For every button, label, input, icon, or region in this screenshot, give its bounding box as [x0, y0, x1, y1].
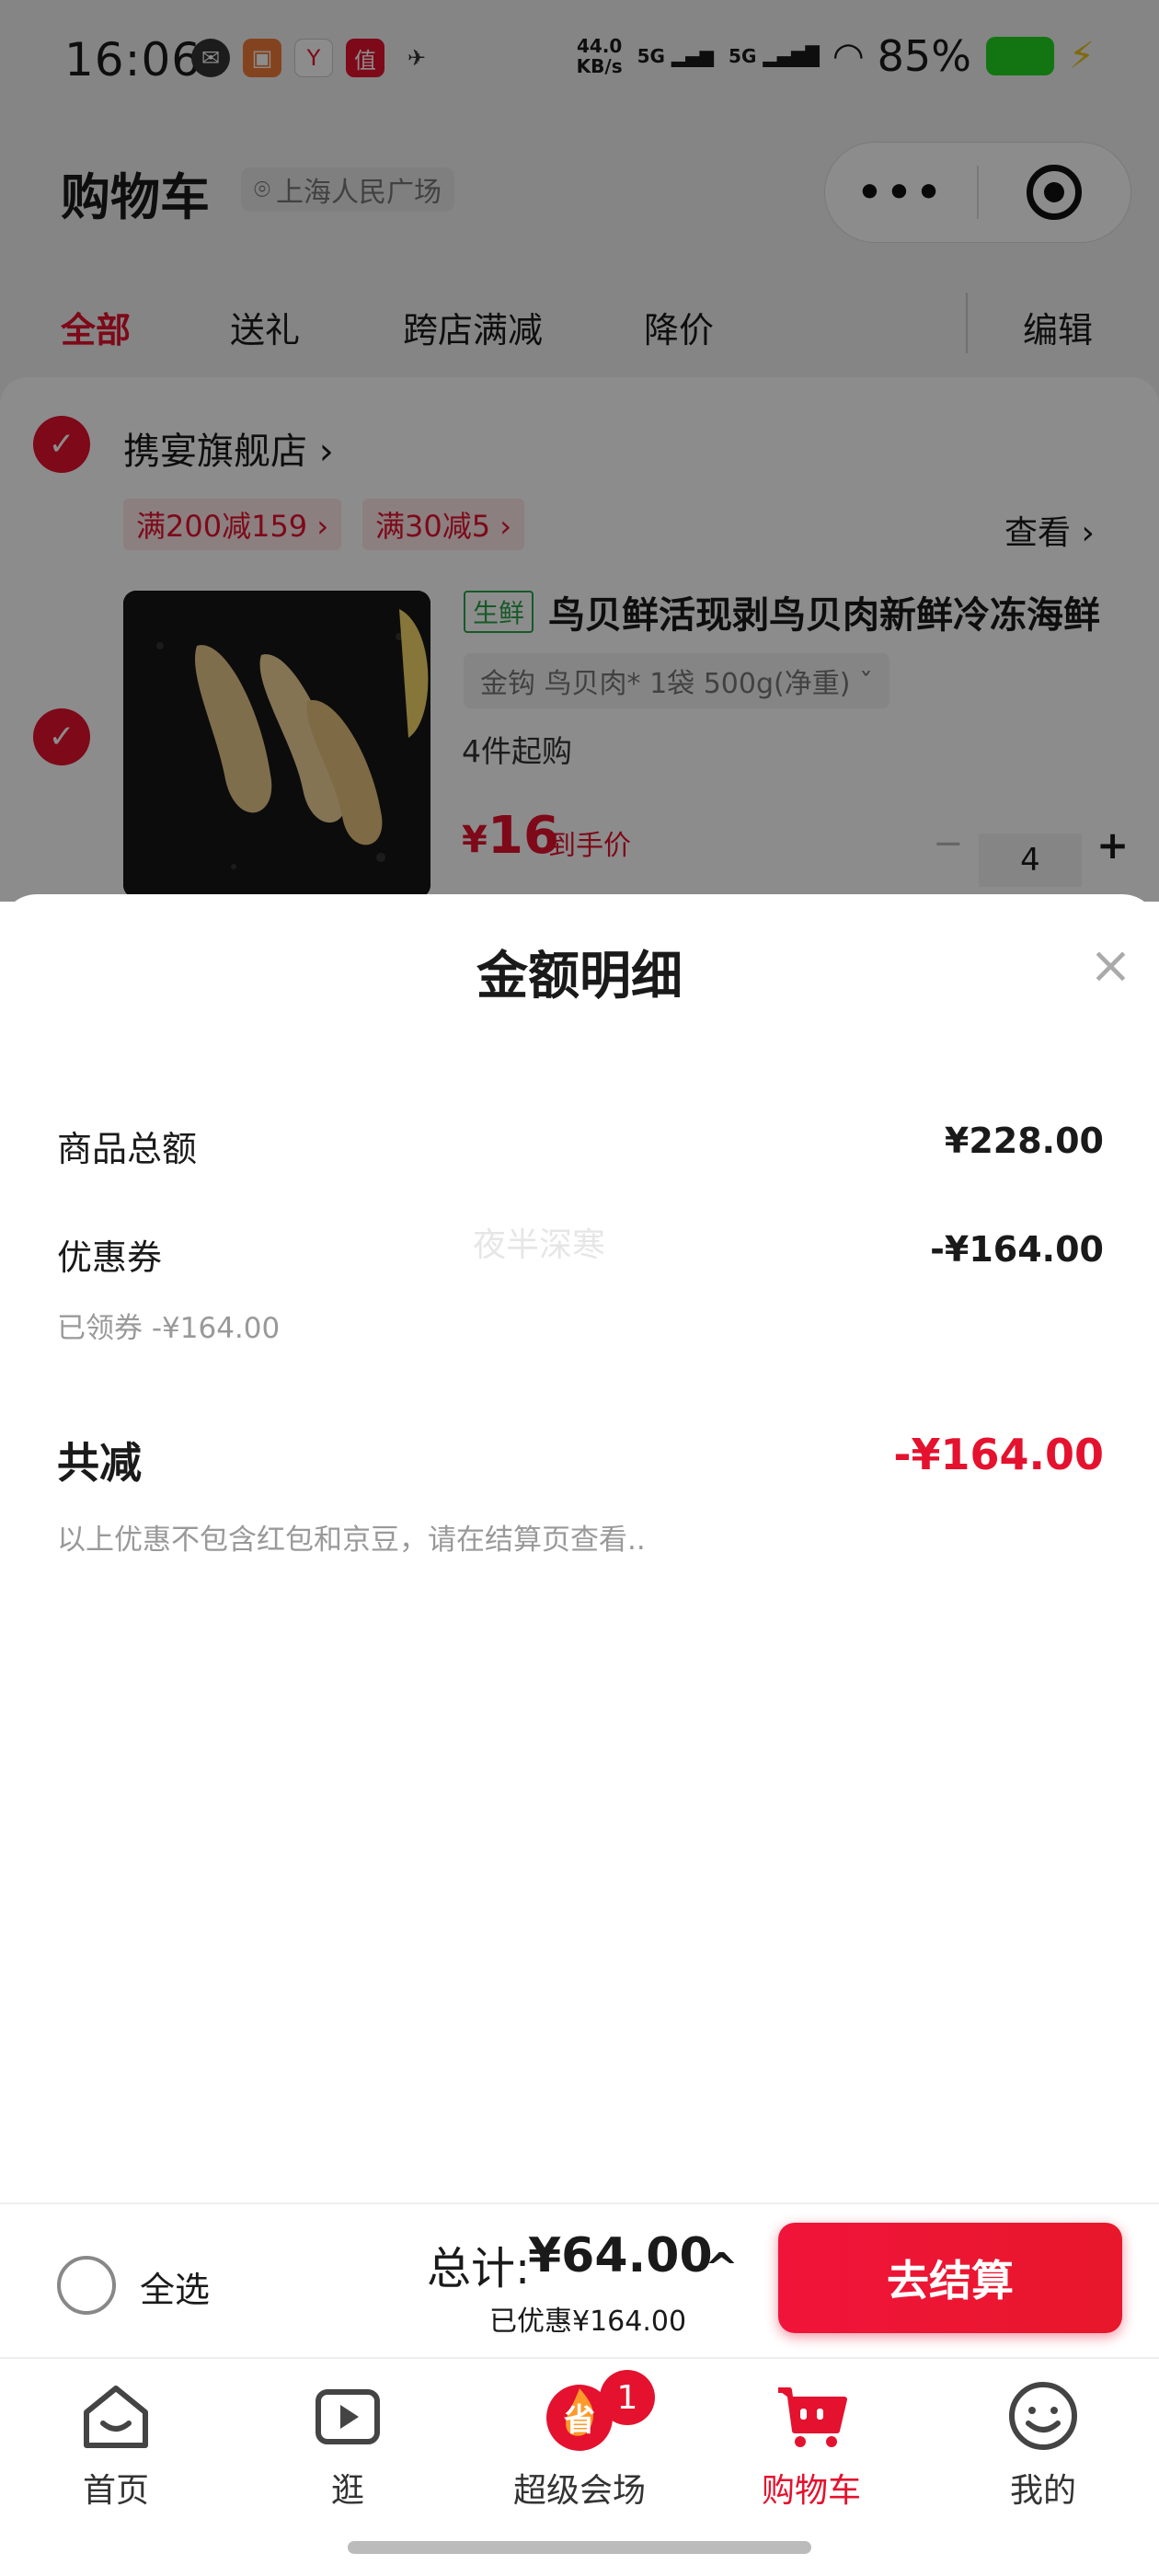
goods-total-label: 商品总额: [57, 1129, 198, 1169]
coupon-claimed: 已领券 -¥164.00: [57, 1312, 281, 1345]
discount-note: 以上优惠不包含红包和京豆，请在结算页查看..: [57, 1524, 646, 1557]
nav-cart[interactable]: 购物车: [695, 2377, 927, 2512]
notification-badge: 1: [600, 2370, 655, 2425]
nav-label: 我的: [1009, 2472, 1076, 2510]
svg-text:省: 省: [564, 2402, 595, 2439]
nav-profile[interactable]: 我的: [927, 2377, 1159, 2512]
nav-browse[interactable]: 逛: [232, 2377, 464, 2512]
discount-summary: 已优惠¥164.00: [489, 2306, 687, 2338]
video-icon: [309, 2377, 386, 2455]
nav-label: 首页: [82, 2472, 149, 2510]
nav-label: 超级会场: [512, 2472, 646, 2510]
select-all-checkbox[interactable]: [57, 2256, 116, 2315]
goods-total-value: ¥228.00: [944, 1121, 1104, 1161]
total-label: 总计:: [427, 2243, 531, 2294]
total-reduce-label: 共减: [57, 1438, 142, 1488]
close-icon[interactable]: ×: [1089, 940, 1132, 992]
modal-backdrop[interactable]: [0, 0, 1159, 902]
home-indicator[interactable]: [348, 2541, 811, 2554]
watermark-text: 夜半深寒: [473, 1226, 606, 1264]
cart-icon: [773, 2377, 850, 2455]
checkout-bar: 全选 总计: ¥64.00 已优惠¥164.00 ^ 去结算: [0, 2202, 1159, 2357]
nav-super-venue[interactable]: 省 1 超级会场: [464, 2370, 695, 2512]
total-value: ¥64.00: [528, 2228, 713, 2283]
nav-home[interactable]: 首页: [0, 2377, 232, 2512]
select-all-label[interactable]: 全选: [140, 2261, 210, 2312]
nav-label: 逛: [330, 2472, 364, 2510]
amount-detail-sheet: 金额明细 × 商品总额 ¥228.00 优惠券 -¥164.00 已领券 -¥1…: [0, 894, 1159, 2202]
checkout-button[interactable]: 去结算: [778, 2223, 1122, 2333]
cart-page: 16:06 ✉ ▣ Y 值 ✈ 44.0 KB/s 5G ▂▄▆ 5G ▂▄▆█…: [0, 0, 1159, 2576]
profile-icon: [1004, 2377, 1082, 2455]
total-reduce-value: -¥164.00: [893, 1430, 1104, 1479]
home-icon: [77, 2377, 155, 2455]
chevron-up-icon[interactable]: ^: [705, 2245, 739, 2292]
coupon-label: 优惠券: [57, 1237, 163, 1278]
nav-label: 购物车: [761, 2472, 861, 2510]
sheet-title: 金额明细: [476, 947, 683, 1006]
coupon-value: -¥164.00: [930, 1229, 1104, 1270]
